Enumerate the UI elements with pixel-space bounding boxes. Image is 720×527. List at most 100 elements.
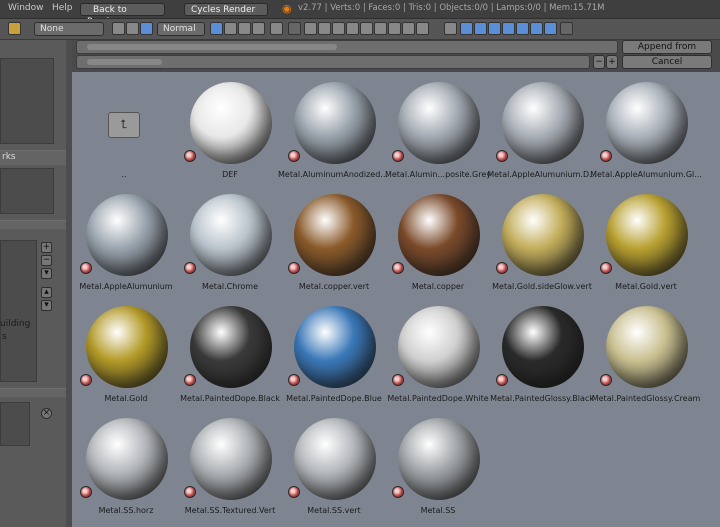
- material-tile[interactable]: Metal.AppleAlumunium.D...: [487, 76, 597, 186]
- bookmarks-header-label: rks: [2, 152, 16, 162]
- material-type-icon: [392, 150, 404, 162]
- render-engine-label: Cycles Render: [191, 5, 256, 15]
- parent-folder-icon: ⮤: [108, 112, 140, 138]
- move-down-button[interactable]: ▾: [41, 300, 52, 311]
- thumbnail-view-icon[interactable]: [140, 22, 153, 35]
- sort-mode-label: Normal: [163, 24, 196, 34]
- back-to-previous-button[interactable]: Back to Previous: [80, 3, 165, 27]
- filter-text-icon[interactable]: [416, 22, 429, 35]
- filter-font-icon[interactable]: [388, 22, 401, 35]
- material-tile[interactable]: Metal.Gold.sideGlow.vert: [490, 188, 594, 298]
- sort-ext-icon[interactable]: [224, 22, 237, 35]
- list-view-icon[interactable]: [112, 22, 125, 35]
- material-label: Metal.Gold.vert: [615, 282, 677, 291]
- filter-backup-icon[interactable]: [332, 22, 345, 35]
- close-panel-button[interactable]: ×: [41, 408, 52, 419]
- material-label: Metal.SS.horz: [98, 506, 154, 515]
- hide-dot-icon[interactable]: [270, 22, 283, 35]
- material-type-icon: [184, 486, 196, 498]
- filter-icon[interactable]: [288, 22, 301, 35]
- bookmark-menu-button[interactable]: ▾: [41, 268, 52, 279]
- material-preview-sphere: [294, 418, 376, 500]
- material-preview-sphere: [190, 82, 272, 164]
- blend-filter-material-icon[interactable]: [460, 22, 473, 35]
- filter-folder-icon[interactable]: [304, 22, 317, 35]
- material-tile[interactable]: Metal.Gold: [74, 300, 178, 410]
- material-label: Metal.PaintedDope.Black: [180, 394, 280, 403]
- menu-help[interactable]: Help: [52, 3, 73, 13]
- remove-bookmark-button[interactable]: −: [41, 255, 52, 266]
- material-preview-sphere: [398, 306, 480, 388]
- search-icon[interactable]: [560, 22, 573, 35]
- material-tile[interactable]: Metal.Chrome: [178, 188, 282, 298]
- material-tile[interactable]: Metal.AluminumAnodized....: [278, 76, 390, 186]
- system-bookmarks-box: [0, 58, 54, 144]
- display-mode-label: None: [40, 24, 64, 34]
- bookmarks-box: [0, 168, 54, 214]
- recent-item-building[interactable]: uilding: [0, 319, 30, 329]
- filter-image-icon[interactable]: [346, 22, 359, 35]
- move-up-button[interactable]: ▴: [41, 287, 52, 298]
- display-mode-select[interactable]: None: [34, 22, 104, 36]
- material-tile[interactable]: Metal.SS.vert: [282, 412, 386, 522]
- material-tile[interactable]: Metal.AppleAlumunium.Gl...: [590, 76, 702, 186]
- material-label: Metal.Chrome: [201, 282, 258, 291]
- sort-size-icon[interactable]: [252, 22, 265, 35]
- material-tile[interactable]: Metal.Alumin...posite.Grey: [385, 76, 491, 186]
- material-tile[interactable]: Metal.PaintedGlossy.Cream: [592, 300, 700, 410]
- editor-type-icon[interactable]: [8, 22, 21, 35]
- material-type-icon: [600, 150, 612, 162]
- decrement-button[interactable]: −: [593, 55, 605, 69]
- material-tile[interactable]: Metal.AppleAlumunium: [74, 188, 178, 298]
- blend-filter-mesh-icon[interactable]: [474, 22, 487, 35]
- detail-view-icon[interactable]: [126, 22, 139, 35]
- material-type-icon: [288, 374, 300, 386]
- material-tile[interactable]: Metal.SS: [386, 412, 490, 522]
- material-type-icon: [288, 486, 300, 498]
- material-preview-sphere: [398, 418, 480, 500]
- material-label: Metal.SS.Textured.Vert: [184, 506, 276, 515]
- filename-field[interactable]: [76, 55, 590, 69]
- material-label: Metal.PaintedGlossy.Black: [490, 394, 594, 403]
- blend-filter-camera-icon[interactable]: [502, 22, 515, 35]
- blend-filter-world-icon[interactable]: [530, 22, 543, 35]
- material-preview-sphere: [502, 82, 584, 164]
- material-tile[interactable]: Metal.PaintedDope.Blue: [282, 300, 386, 410]
- material-tile[interactable]: Metal.PaintedDope.Black: [178, 300, 282, 410]
- blend-filter-lamp-icon[interactable]: [488, 22, 501, 35]
- filter-script-icon[interactable]: [374, 22, 387, 35]
- material-tile[interactable]: Metal.PaintedGlossy.Black: [490, 300, 594, 410]
- directory-path-field[interactable]: [76, 40, 618, 54]
- blend-filter-scene-icon[interactable]: [544, 22, 557, 35]
- material-preview-sphere: [294, 82, 376, 164]
- sort-alpha-icon[interactable]: [210, 22, 223, 35]
- material-label: Metal.Alumin...posite.Grey: [384, 170, 492, 179]
- material-tile[interactable]: Metal.SS.Textured.Vert: [178, 412, 282, 522]
- increment-button[interactable]: +: [606, 55, 618, 69]
- sort-mode-select[interactable]: Normal: [157, 22, 205, 36]
- add-bookmark-button[interactable]: +: [41, 242, 52, 253]
- menu-window[interactable]: Window: [8, 3, 44, 13]
- sort-time-icon[interactable]: [238, 22, 251, 35]
- material-tile[interactable]: Metal.copper.vert: [282, 188, 386, 298]
- render-engine-select[interactable]: Cycles Render: [184, 3, 268, 16]
- filter-sound-icon[interactable]: [402, 22, 415, 35]
- bookmarks-header[interactable]: rks: [0, 150, 66, 165]
- append-from-library-button[interactable]: Append from Library: [622, 40, 712, 64]
- material-tile[interactable]: Metal.PaintedDope.White: [386, 300, 490, 410]
- blend-filter-object-icon[interactable]: [444, 22, 457, 35]
- recent-list-box: uilding s: [0, 240, 37, 382]
- material-tile[interactable]: DEF: [178, 76, 282, 186]
- menu-bar: Window Help Back to Previous Cycles Rend…: [0, 0, 720, 27]
- material-tile[interactable]: Metal.Gold.vert: [594, 188, 698, 298]
- material-label: Metal.SS: [420, 506, 456, 515]
- blend-filter-texture-icon[interactable]: [516, 22, 529, 35]
- filter-movie-icon[interactable]: [360, 22, 373, 35]
- material-tile[interactable]: Metal.SS.horz: [74, 412, 178, 522]
- cancel-button[interactable]: Cancel: [622, 55, 712, 69]
- material-label: Metal.PaintedDope.Blue: [286, 394, 382, 403]
- material-tile[interactable]: Metal.copper: [386, 188, 490, 298]
- filter-blend-icon[interactable]: [318, 22, 331, 35]
- recent-item-s[interactable]: s: [2, 332, 7, 342]
- parent-directory-tile[interactable]: ⮤ ..: [72, 76, 176, 186]
